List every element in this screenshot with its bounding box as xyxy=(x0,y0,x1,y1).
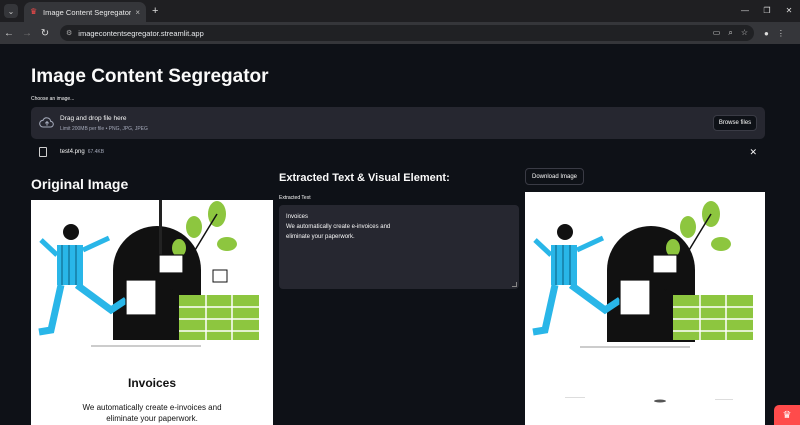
browse-files-button[interactable]: Browse files xyxy=(713,115,757,131)
extracted-line: We automatically create e-invoices and xyxy=(286,224,391,230)
extracted-text-label: Extracted Text xyxy=(279,195,311,201)
remove-file-icon[interactable]: ✕ xyxy=(749,147,757,158)
streamlit-badge-icon[interactable]: ♛ xyxy=(774,405,800,425)
uploaded-file-row: test4.png 67.4KB ✕ xyxy=(31,145,765,161)
extracted-heading: Extracted Text & Visual Element: xyxy=(279,172,450,184)
streamlit-favicon-icon: ♛ xyxy=(30,7,38,16)
resize-handle-icon[interactable] xyxy=(512,282,517,287)
browser-menu-icon[interactable]: ⋮ xyxy=(777,29,785,38)
bookmark-star-icon[interactable]: ☆ xyxy=(741,28,748,38)
browser-tab[interactable]: ♛ Image Content Segregator · Str × xyxy=(24,2,146,22)
invoice-illustration xyxy=(38,200,259,347)
invoice-image-line: We automatically create e-invoices and xyxy=(82,403,222,412)
browser-toolbar: ← → ↻ ⚙ imagecontentsegregator.streamlit… xyxy=(0,22,800,44)
file-name: test4.png xyxy=(60,149,85,155)
invoice-image-title: Invoices xyxy=(127,376,177,390)
restore-icon[interactable]: ❐ xyxy=(756,6,778,15)
zoom-icon[interactable]: ⌕ xyxy=(728,28,732,38)
file-name-container: test4.png 67.4KB xyxy=(60,149,104,155)
window-controls: — ❐ ✕ xyxy=(734,0,800,20)
extracted-line: Invoices xyxy=(286,214,309,220)
reload-icon[interactable]: ↻ xyxy=(36,28,54,39)
invoice-image-line: eliminate your paperwork. xyxy=(106,414,198,423)
forward-arrow-icon[interactable]: → xyxy=(18,28,36,39)
download-image-button[interactable]: Download Image xyxy=(525,168,584,185)
file-dropzone[interactable]: Drag and drop file here Limit 200MB per … xyxy=(31,107,765,139)
original-image-heading: Original Image xyxy=(31,176,129,192)
window-close-icon[interactable]: ✕ xyxy=(778,6,800,15)
tab-close-icon[interactable]: × xyxy=(135,8,140,17)
cloud-upload-icon xyxy=(39,117,54,128)
browser-tab-strip: ⌄ ♛ Image Content Segregator · Str × + —… xyxy=(0,0,800,22)
new-tab-button[interactable]: + xyxy=(152,5,158,17)
app-page: Image Content Segregator Choose an image… xyxy=(0,44,800,425)
file-size: 67.4KB xyxy=(87,149,105,155)
page-title: Image Content Segregator xyxy=(31,66,269,87)
install-app-icon[interactable]: ▭ xyxy=(713,28,721,38)
extracted-line: eliminate your paperwork. xyxy=(286,234,355,240)
tab-title: Image Content Segregator · Str xyxy=(43,7,132,17)
processed-illustration xyxy=(532,201,753,403)
address-bar[interactable]: ⚙ imagecontentsegregator.streamlit.app ▭… xyxy=(60,25,754,41)
profile-icon[interactable]: ● xyxy=(764,29,769,38)
file-icon xyxy=(39,147,47,157)
processed-image xyxy=(525,192,765,425)
uploader-label: Choose an image... xyxy=(31,96,75,102)
tab-search-chevron-icon[interactable]: ⌄ xyxy=(4,4,18,18)
back-arrow-icon[interactable]: ← xyxy=(0,28,18,39)
dropzone-title: Drag and drop file here xyxy=(60,115,127,122)
minimize-icon[interactable]: — xyxy=(734,6,756,15)
site-info-icon[interactable]: ⚙ xyxy=(66,29,72,37)
url-text: imagecontentsegregator.streamlit.app xyxy=(78,28,204,38)
original-image: Invoices We automatically create e-invoi… xyxy=(31,200,273,425)
dropzone-subtitle: Limit 200MB per file • PNG, JPG, JPEG xyxy=(60,126,148,132)
extracted-text-area[interactable]: Invoices We automatically create e-invoi… xyxy=(279,205,519,289)
